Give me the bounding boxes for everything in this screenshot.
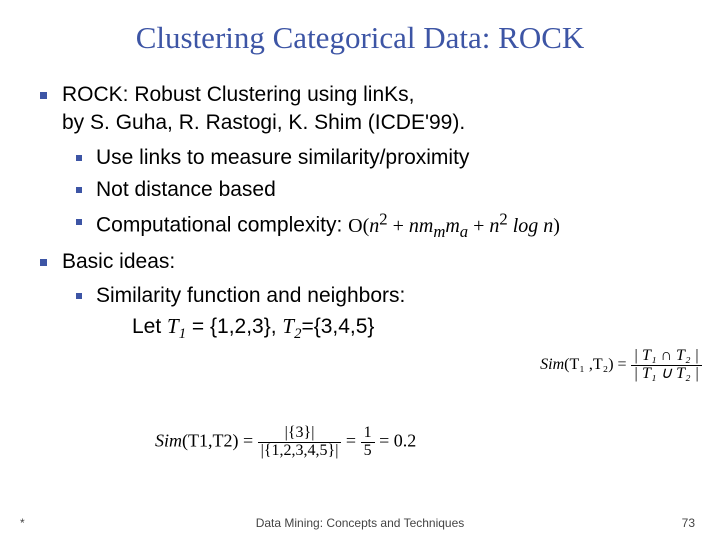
footer-center: Data Mining: Concepts and Techniques <box>0 516 720 530</box>
let-prefix: Let <box>132 315 167 338</box>
bullet-list-level1: ROCK: Robust Clustering using linKs, by … <box>30 81 690 345</box>
rock-intro-line1: ROCK: Robust Clustering using linKs, <box>62 83 414 106</box>
complexity-label: Computational complexity: <box>96 214 342 237</box>
bullet-use-links: Use links to measure similarity/proximit… <box>62 144 690 172</box>
basic-ideas-label: Basic ideas: <box>62 250 175 273</box>
bullet-list-level2b: Similarity function and neighbors: Let T… <box>62 282 690 345</box>
rock-intro-line2: by S. Guha, R. Rastogi, K. Shim (ICDE'99… <box>62 111 465 134</box>
bullet-similarity-function: Similarity function and neighbors: Let T… <box>62 282 690 345</box>
bullet-basic-ideas: Basic ideas: Similarity function and nei… <box>30 248 690 346</box>
sim-func-label: Similarity function and neighbors: <box>96 284 405 307</box>
bullet-rock-intro: ROCK: Robust Clustering using linKs, by … <box>30 81 690 244</box>
let-line: Let T1 = {1,2,3}, T2={3,4,5} <box>96 312 690 345</box>
complexity-formula: O(n2 + nmmma + n2 log n) <box>348 215 560 237</box>
bullet-list-level2a: Use links to measure similarity/proximit… <box>62 144 690 244</box>
let-eq2: ={3,4,5} <box>301 315 374 338</box>
slide: Clustering Categorical Data: ROCK ROCK: … <box>0 0 720 540</box>
footer-left: * <box>20 516 25 530</box>
similarity-definition-formula: Sim(T₁ ,T₂) = | T₁ ∩ T₂ | | T₁ ∪ T₂ | <box>540 348 702 383</box>
bullet-not-distance: Not distance based <box>62 176 690 204</box>
let-eq1: = {1,2,3}, <box>186 315 282 338</box>
bullet-complexity: Computational complexity: O(n2 + nmmma +… <box>62 208 690 243</box>
slide-title: Clustering Categorical Data: ROCK <box>30 20 690 56</box>
similarity-example-formula: Sim(T1,T2) = |{3}| |{1,2,3,4,5}| = 1 5 =… <box>155 425 416 460</box>
footer: * Data Mining: Concepts and Techniques 7… <box>0 516 720 530</box>
footer-page-number: 73 <box>682 516 695 530</box>
